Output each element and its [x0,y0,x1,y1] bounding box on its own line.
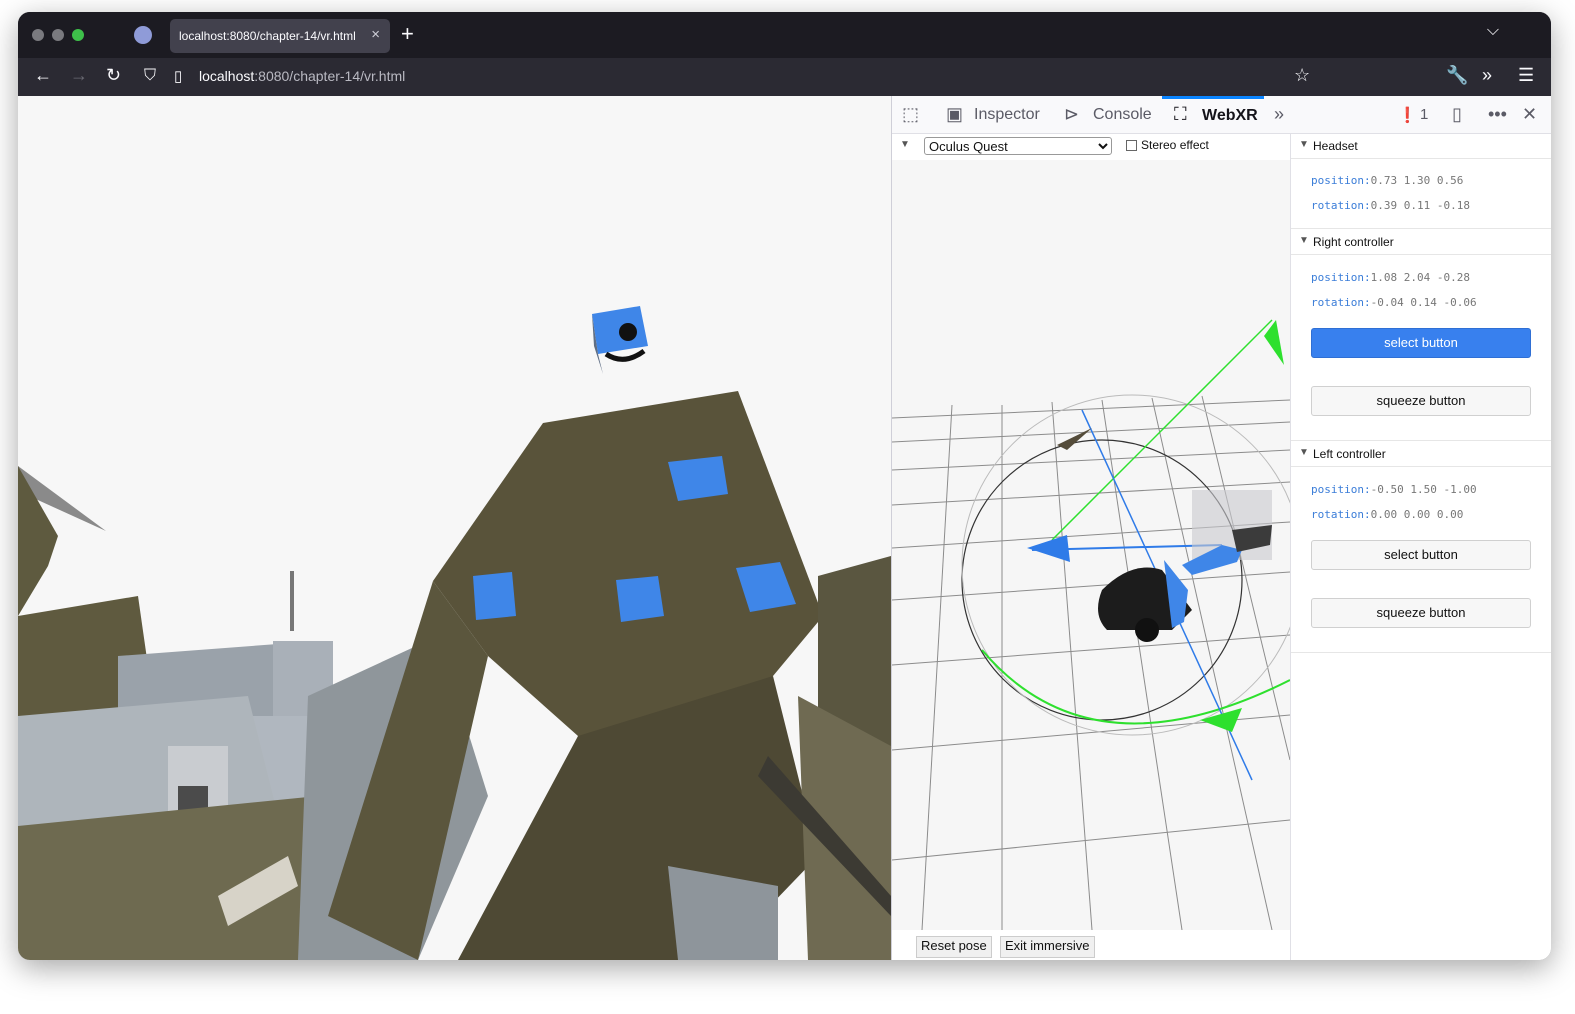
more-tabs-chevrons-icon[interactable]: » [1274,104,1284,125]
tab-close-icon[interactable]: × [371,26,380,43]
position-label: position: [1311,174,1371,187]
url-bar[interactable]: localhost:8080/chapter-14/vr.html [199,68,405,84]
reset-pose-button[interactable]: Reset pose [916,936,992,958]
left-rotation-value[interactable]: 0.00 0.00 0.00 [1371,508,1464,521]
stereo-effect-toggle[interactable]: Stereo effect [1126,138,1209,152]
left-controller-section-header[interactable]: ▼ Left controller [1291,442,1551,467]
rotation-label: rotation: [1311,199,1371,212]
more-options-icon[interactable]: ••• [1488,104,1507,125]
right-controller-title: Right controller [1313,235,1394,249]
collapse-triangle-icon: ▼ [1299,139,1309,150]
overflow-chevrons-icon[interactable]: » [1482,65,1492,86]
left-select-button[interactable]: select button [1311,540,1531,570]
rotation-label: rotation: [1311,508,1371,521]
chevron-down-icon[interactable]: ⌵ [1487,22,1499,40]
url-path: :8080/chapter-14/vr.html [254,68,406,84]
responsive-design-icon[interactable]: ▯ [1452,104,1462,125]
collapse-triangle-icon[interactable]: ▼ [900,139,910,150]
right-position-value[interactable]: 1.08 2.04 -0.28 [1371,271,1470,284]
firefox-view-icon[interactable] [134,26,152,44]
left-controller-position: position:-0.50 1.50 -1.00 [1311,483,1477,496]
left-squeeze-button[interactable]: squeeze button [1311,598,1531,628]
devtools-panel: ⬚ ▣ Inspector ⊳ Console ⛶ WebXR » ❗ 1 ▯ … [891,96,1551,960]
inspector-icon: ▣ [946,104,964,124]
left-position-value[interactable]: -0.50 1.50 -1.00 [1371,483,1477,496]
window-close-button[interactable] [32,29,44,41]
headset-position: position:0.73 1.30 0.56 [1311,174,1463,187]
shield-icon[interactable]: ⛉ [144,67,156,85]
error-icon[interactable]: ❗ [1398,106,1417,124]
reload-icon[interactable]: ↻ [106,65,121,86]
vr-scene-render [18,96,891,960]
tab-inspector[interactable]: Inspector [974,96,1040,133]
rotation-label: rotation: [1311,296,1371,309]
tab-title: localhost:8080/chapter-14/vr.html [179,29,356,43]
wrench-icon[interactable]: 🔧 [1446,65,1468,86]
menu-icon[interactable]: ☰ [1518,65,1534,86]
headset-section-header[interactable]: ▼ Headset [1291,134,1551,159]
left-controller-rotation: rotation:0.00 0.00 0.00 [1311,508,1463,521]
headset-position-value[interactable]: 0.73 1.30 0.56 [1371,174,1464,187]
webxr-header: ▼ Oculus Quest Stereo effect [892,134,1290,161]
right-controller-position: position:1.08 2.04 -0.28 [1311,271,1470,284]
headset-rotation-value[interactable]: 0.39 0.11 -0.18 [1371,199,1470,212]
devtools-toolbar: ⬚ ▣ Inspector ⊳ Console ⛶ WebXR » ❗ 1 ▯ … [892,96,1551,134]
error-count: 1 [1420,106,1429,123]
tab-bar: localhost:8080/chapter-14/vr.html × + ⌵ [18,12,1551,58]
back-arrow-icon[interactable]: ← [34,65,52,86]
stereo-label: Stereo effect [1141,138,1209,152]
browser-window: localhost:8080/chapter-14/vr.html × + ⌵ … [18,12,1551,960]
right-squeeze-button[interactable]: squeeze button [1311,386,1531,416]
navigation-bar: ← → ↻ ⛉ ▯ localhost:8080/chapter-14/vr.h… [18,58,1551,96]
emulator-3d-view[interactable] [891,160,1303,931]
headset-rotation: rotation:0.39 0.11 -0.18 [1311,199,1470,212]
webxr-emulator-pane: ▼ Oculus Quest Stereo effect Reset pose … [891,134,1303,960]
divider [1291,652,1551,653]
collapse-triangle-icon: ▼ [1299,447,1309,458]
webxr-device-inspector: ▼ Headset position:0.73 1.30 0.56 rotati… [1291,134,1551,960]
stereo-checkbox[interactable] [1126,140,1137,152]
right-controller-section-header[interactable]: ▼ Right controller [1291,230,1551,255]
collapse-triangle-icon: ▼ [1299,235,1309,246]
page-icon: ▯ [174,68,183,85]
browser-tab[interactable]: localhost:8080/chapter-14/vr.html × [170,19,390,53]
tab-console[interactable]: Console [1093,96,1152,133]
vr-scene-viewport[interactable] [18,96,891,960]
right-select-button[interactable]: select button [1311,328,1531,358]
divider [1291,228,1551,229]
console-icon: ⊳ [1064,104,1080,124]
close-devtools-icon[interactable]: ✕ [1522,104,1537,125]
window-minimize-button[interactable] [52,29,64,41]
element-picker-icon[interactable]: ⬚ [902,104,919,125]
exit-immersive-button[interactable]: Exit immersive [1000,936,1095,958]
window-maximize-button[interactable] [72,29,84,41]
tab-webxr[interactable]: WebXR [1162,96,1264,133]
right-rotation-value[interactable]: -0.04 0.14 -0.06 [1371,296,1477,309]
position-label: position: [1311,271,1371,284]
right-controller-rotation: rotation:-0.04 0.14 -0.06 [1311,296,1477,309]
new-tab-icon[interactable]: + [401,21,414,47]
divider [1291,440,1551,441]
left-controller-title: Left controller [1313,447,1386,461]
bookmark-star-icon[interactable]: ☆ [1294,65,1310,86]
webxr-footer: Reset pose Exit immersive [892,930,1290,960]
headset-title: Headset [1313,139,1358,153]
position-label: position: [1311,483,1371,496]
device-select[interactable]: Oculus Quest [924,137,1112,155]
url-host: localhost [199,68,255,84]
emulator-scene-graphic [891,160,1303,931]
forward-arrow-icon[interactable]: → [70,65,88,86]
